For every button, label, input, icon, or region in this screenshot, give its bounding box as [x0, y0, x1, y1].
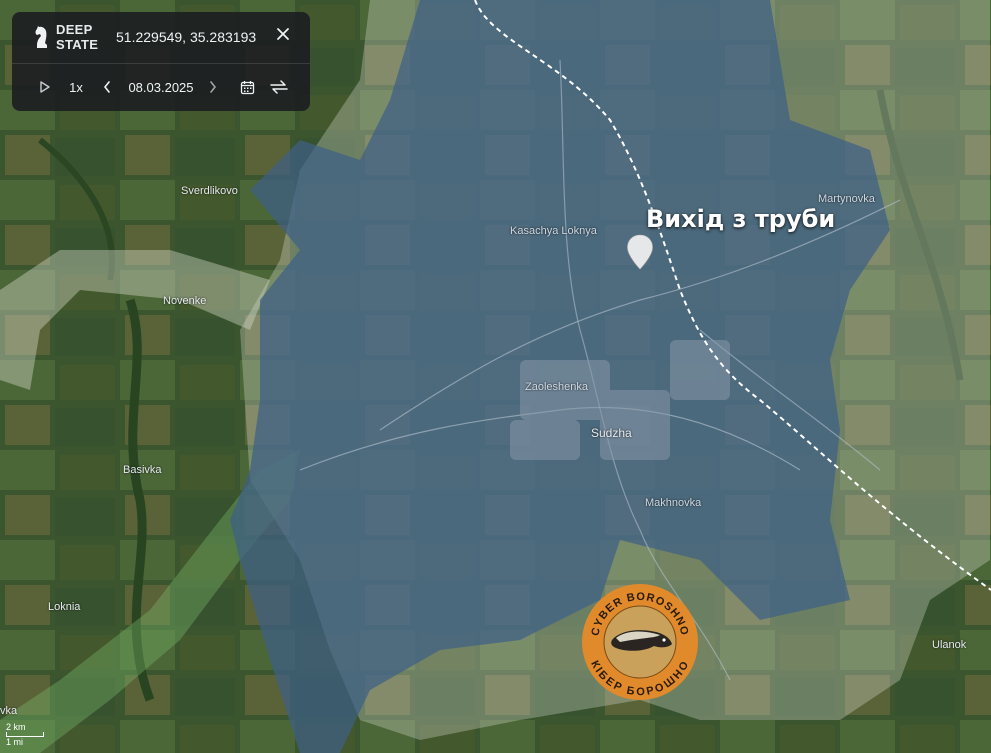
- satellite-map[interactable]: [0, 0, 991, 753]
- speed-button[interactable]: 1x: [66, 76, 86, 98]
- place-label-sverdlikovo: Sverdlikovo: [181, 185, 238, 197]
- coordinates-readout: 51.229549, 35.283193: [116, 29, 257, 45]
- place-label-ulanok: Ulanok: [932, 639, 967, 651]
- place-label-loknia: Loknia: [48, 601, 81, 613]
- cyber-boroshno-badge: CYBER BOROSHNO КІБЕР БОРОШНО: [582, 584, 698, 700]
- place-label-partial: vka: [0, 705, 18, 717]
- place-label-basivka: Basivka: [123, 464, 162, 476]
- place-label-kasachya-loknya: Kasachya Loknya: [510, 225, 597, 237]
- place-label-novenke: Novenke: [163, 295, 207, 307]
- play-button[interactable]: [36, 76, 54, 98]
- chevron-left-icon: [103, 81, 110, 93]
- knight-chess-icon: [35, 26, 47, 48]
- map-scale: 2 km 1 mi: [6, 722, 44, 747]
- previous-date-button[interactable]: [100, 76, 114, 98]
- map-callout-label: Вихід з труби: [646, 205, 836, 233]
- play-icon: [40, 81, 50, 93]
- calendar-button[interactable]: [238, 76, 256, 98]
- next-date-button[interactable]: [206, 76, 220, 98]
- calendar-icon: [240, 80, 254, 94]
- brand-logo[interactable]: DEEP STATE: [34, 22, 98, 52]
- brand-line-2: STATE: [56, 37, 99, 52]
- place-label-makhnovka: Makhnovka: [645, 497, 702, 509]
- place-label-zaoleshenka: Zaoleshenka: [525, 381, 588, 393]
- scale-mi-label: 1 mi: [6, 737, 24, 747]
- date-display[interactable]: 08.03.2025: [124, 76, 198, 98]
- brand-line-1: DEEP: [56, 22, 93, 37]
- compare-button[interactable]: [268, 76, 290, 98]
- timeline-panel: DEEP STATE 51.229549, 35.283193 1x 08.03…: [12, 12, 310, 111]
- scale-km-label: 2 km: [6, 722, 26, 732]
- place-label-sudzha: Sudzha: [591, 426, 632, 440]
- chevron-right-icon: [210, 81, 217, 93]
- place-label-martynovka: Martynovka: [818, 193, 875, 205]
- close-icon[interactable]: [274, 25, 292, 43]
- compare-arrows-icon: [270, 80, 288, 94]
- panel-divider: [12, 63, 310, 64]
- map-pin-icon[interactable]: [626, 234, 654, 270]
